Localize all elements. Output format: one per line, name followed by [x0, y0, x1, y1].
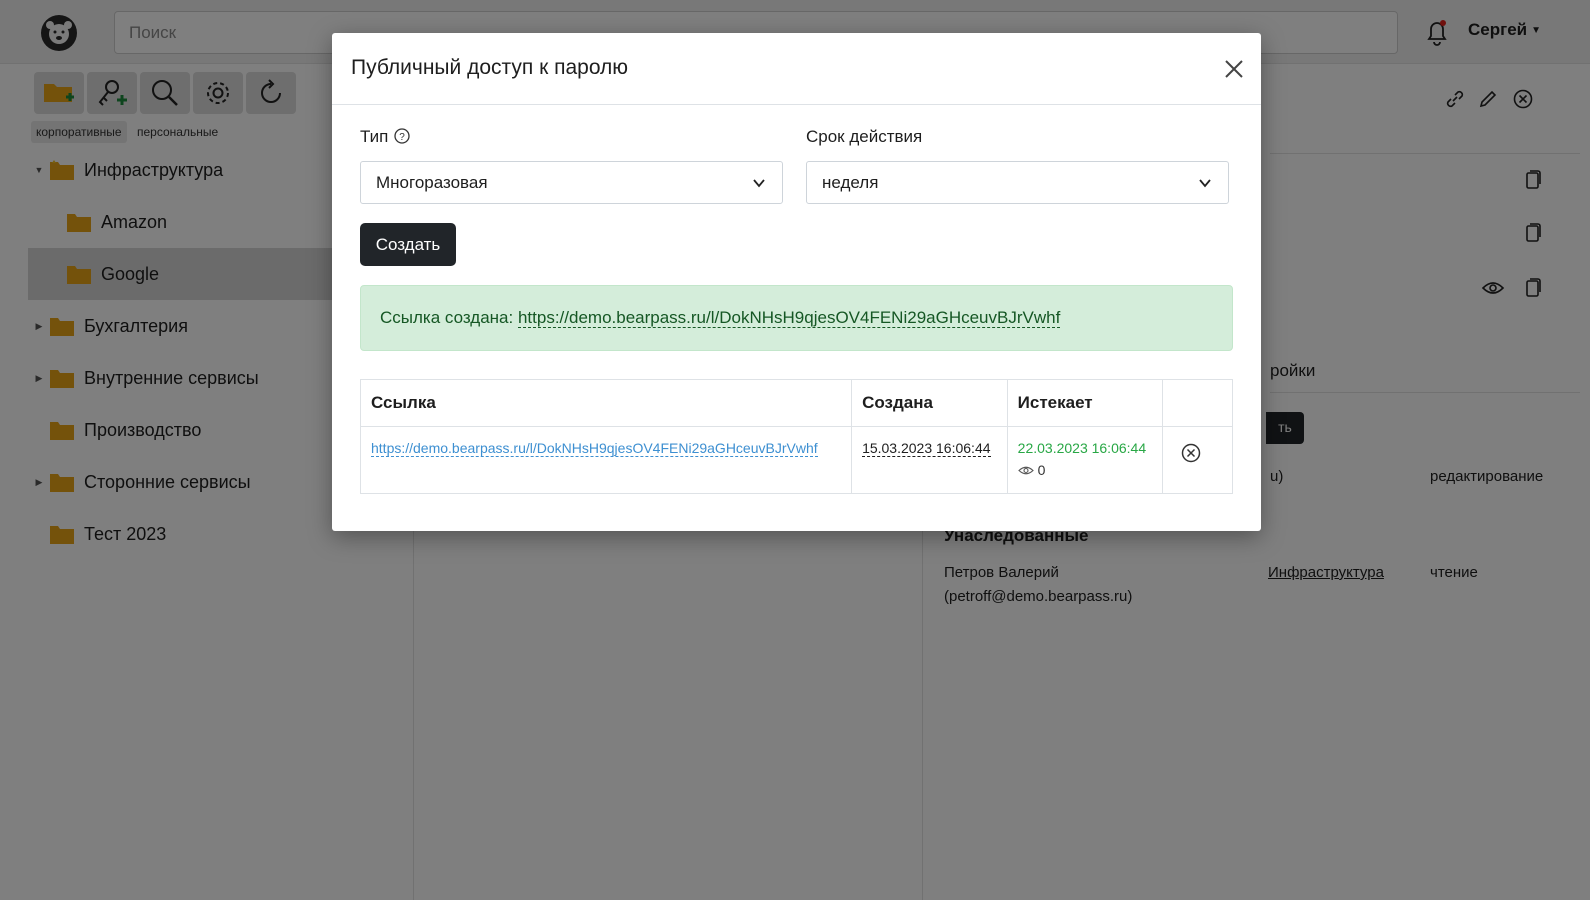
- type-select[interactable]: Многоразовая: [360, 161, 783, 204]
- validity-select-value: неделя: [822, 173, 879, 192]
- created-date: 15.03.2023 16:06:44: [862, 440, 991, 457]
- public-link[interactable]: https://demo.bearpass.ru/l/DokNHsH9qjesO…: [371, 440, 818, 457]
- views-count: 0: [1017, 462, 1153, 478]
- modal-title: Публичный доступ к паролю: [351, 56, 629, 79]
- type-label: Тип: [360, 127, 389, 146]
- modal-header: Публичный доступ к паролю: [332, 33, 1261, 105]
- column-header-link: Ссылка: [359, 379, 853, 427]
- actions-cell: [1162, 426, 1233, 494]
- link-created-alert: Ссылка создана: https://demo.bearpass.ru…: [360, 285, 1233, 351]
- created-link[interactable]: https://demo.bearpass.ru/l/DokNHsH9qjesO…: [517, 308, 1061, 328]
- validity-select[interactable]: неделя: [806, 161, 1229, 204]
- help-icon[interactable]: ?: [394, 128, 410, 144]
- validity-label: Срок действия: [806, 127, 923, 146]
- close-icon[interactable]: [1222, 57, 1246, 81]
- chevron-down-icon: [1199, 179, 1211, 188]
- alert-text: Ссылка создана:: [380, 308, 514, 327]
- column-header-expires: Истекает: [1006, 379, 1164, 427]
- views-value: 0: [1037, 462, 1046, 478]
- column-header-actions: [1162, 379, 1233, 427]
- public-access-modal: Публичный доступ к паролю Тип ? Срок дей…: [332, 33, 1261, 531]
- links-table: Ссылка Создана Истекает https://demo.bea…: [359, 379, 1233, 494]
- chevron-down-icon: [753, 179, 765, 188]
- revoke-link-icon[interactable]: [1180, 442, 1202, 464]
- table-header-row: Ссылка Создана Истекает: [359, 379, 1233, 427]
- type-select-value: Многоразовая: [376, 173, 488, 192]
- svg-text:?: ?: [399, 132, 405, 143]
- expires-cell: 22.03.2023 16:06:44 0: [1006, 426, 1164, 494]
- table-row: https://demo.bearpass.ru/l/DokNHsH9qjesO…: [359, 426, 1233, 494]
- eye-icon: [1017, 466, 1034, 474]
- link-cell: https://demo.bearpass.ru/l/DokNHsH9qjesO…: [359, 426, 853, 494]
- column-header-created: Создана: [851, 379, 1008, 427]
- create-button[interactable]: Создать: [360, 223, 456, 266]
- expires-date: 22.03.2023 16:06:44: [1017, 440, 1147, 456]
- created-cell: 15.03.2023 16:06:44: [851, 426, 1008, 494]
